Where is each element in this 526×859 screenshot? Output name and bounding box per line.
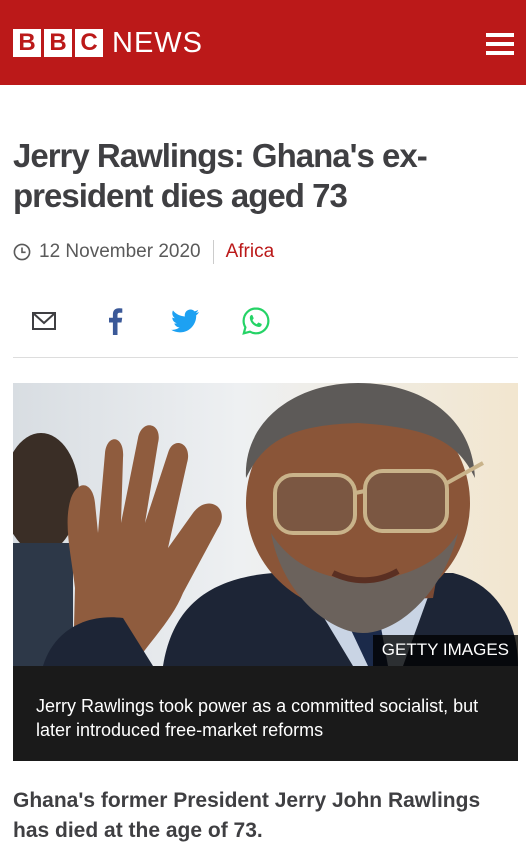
- article-photo: GETTY IMAGES: [13, 383, 518, 666]
- share-tools: [0, 305, 526, 339]
- logo-letter-b2: B: [44, 29, 72, 57]
- article-lead: Ghana's former President Jerry John Rawl…: [13, 789, 481, 842]
- photo-caption: Jerry Rawlings took power as a committed…: [13, 666, 518, 761]
- email-icon[interactable]: [29, 305, 59, 337]
- image-credit: GETTY IMAGES: [372, 635, 518, 666]
- share-divider: [13, 357, 518, 358]
- topic-link[interactable]: Africa: [226, 241, 275, 263]
- publish-date: 12 November 2020: [39, 241, 201, 262]
- meta-separator: [212, 240, 214, 264]
- hamburger-icon[interactable]: [486, 33, 514, 57]
- twitter-icon[interactable]: [170, 305, 200, 337]
- logo-letter-b1: B: [13, 29, 41, 57]
- whatsapp-icon[interactable]: [241, 305, 271, 337]
- article-headline: Jerry Rawlings: Ghana's ex-president die…: [13, 137, 428, 214]
- bbc-news-logo[interactable]: B B C NEWS: [13, 27, 203, 59]
- logo-letter-c: C: [75, 29, 103, 57]
- logo-news-word: NEWS: [112, 27, 203, 59]
- portrait-illustration: [13, 383, 518, 666]
- caption-text: Jerry Rawlings took power as a committed…: [36, 696, 479, 740]
- facebook-icon[interactable]: [100, 305, 130, 337]
- top-bar: B B C NEWS: [0, 0, 526, 85]
- article-meta: 12 November 2020 Africa: [13, 240, 274, 264]
- clock-icon: [13, 243, 31, 261]
